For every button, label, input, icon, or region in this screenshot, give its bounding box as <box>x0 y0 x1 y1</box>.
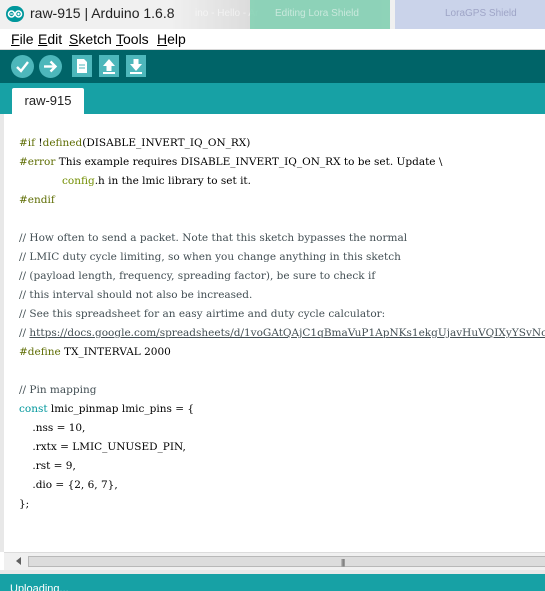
code-line: #if !defined(DISABLE_INVERT_IQ_ON_RX) <box>19 134 250 153</box>
background-window-title: Editing Lora Shield <box>275 8 359 19</box>
keyword-token: const <box>19 403 48 415</box>
verify-button[interactable] <box>11 55 34 78</box>
code-line: .dio = {2, 6, 7}, <box>19 479 118 491</box>
menu-accelerator: E <box>38 31 48 47</box>
background-window-title: LoraGPS Shield <box>445 8 517 19</box>
comment-line: // How often to send a packet. Note that… <box>19 232 408 244</box>
title-bar: ino - Hello - Ar Editing Lora Shield Lor… <box>0 0 545 29</box>
sketch-tab-bar: raw-915 <box>0 83 545 114</box>
spreadsheet-link[interactable]: https://docs.google.com/spreadsheets/d/1… <box>29 327 545 339</box>
scroll-grip-icon: ||| <box>341 558 345 567</box>
menu-accelerator: S <box>69 31 79 47</box>
menu-accelerator: T <box>116 31 123 47</box>
code-text: (DISABLE_INVERT_IQ_ON_RX) <box>82 137 251 149</box>
background-window-title: ino - Hello - Ar <box>195 8 259 19</box>
code-line: #endif <box>19 194 55 206</box>
save-sketch-button[interactable] <box>126 55 146 77</box>
preprocessor-token: #error <box>19 156 56 168</box>
menu-label: elp <box>167 31 186 47</box>
code-text: // <box>19 327 30 339</box>
menu-accelerator: F <box>11 31 20 47</box>
new-sketch-button[interactable] <box>72 55 92 77</box>
preprocessor-token: defined <box>42 137 83 149</box>
window-title: raw-915 | Arduino 1.6.8 <box>30 5 175 21</box>
code-text: lmic_pinmap lmic_pins = { <box>47 403 195 415</box>
menu-help[interactable]: Help <box>157 31 186 47</box>
menu-tools[interactable]: Tools <box>116 31 149 47</box>
comment-line: // (payload length, frequency, spreading… <box>19 270 376 282</box>
code-line: }; <box>19 498 30 510</box>
code-line: #error This example requires DISABLE_INV… <box>19 153 442 172</box>
background-window-tab[interactable]: LoraGPS Shield <box>395 0 545 29</box>
tab-raw-915[interactable]: raw-915 <box>12 88 84 114</box>
arduino-logo-icon <box>6 6 24 22</box>
menu-bar: File Edit Sketch Tools Help <box>0 29 545 50</box>
keyword-token: config <box>62 175 95 187</box>
menu-accelerator: H <box>157 31 168 47</box>
toolbar <box>0 50 545 83</box>
menu-file[interactable]: File <box>11 31 34 47</box>
code-line: #define TX_INTERVAL 2000 <box>19 343 171 362</box>
new-file-icon <box>77 59 87 73</box>
upload-button[interactable] <box>39 55 62 78</box>
menu-edit[interactable]: Edit <box>38 31 62 47</box>
code-text: .h in the lmic library to set it. <box>94 175 251 187</box>
open-arrow-up-icon <box>103 59 115 74</box>
verify-icon <box>16 61 29 73</box>
code-text: This example requires DISABLE_INVERT_IQ_… <box>55 156 443 168</box>
scroll-left-arrow-icon[interactable] <box>16 557 21 565</box>
comment-line: // LMIC duty cycle limiting, so when you… <box>19 251 401 263</box>
preprocessor-token: #if <box>19 137 36 149</box>
code-line: const lmic_pinmap lmic_pins = { <box>19 400 194 419</box>
comment-line: // Pin mapping <box>19 384 97 396</box>
code-text: ! <box>35 137 43 149</box>
menu-label: ile <box>19 31 34 47</box>
code-line: .rxtx = LMIC_UNUSED_PIN, <box>19 441 186 453</box>
console-message: Uploading... <box>10 583 69 591</box>
code-line: .nss = 10, <box>19 422 86 434</box>
comment-line: // https://docs.google.com/spreadsheets/… <box>19 324 545 343</box>
comment-line: // See this spreadsheet for an easy airt… <box>19 308 386 320</box>
save-arrow-down-icon <box>130 59 142 74</box>
horizontal-scrollbar[interactable]: ||| <box>4 552 545 570</box>
scroll-thumb[interactable]: ||| <box>28 556 545 567</box>
comment-line: // this interval should not also be incr… <box>19 289 253 301</box>
code-editor[interactable]: #if !defined(DISABLE_INVERT_IQ_ON_RX) #e… <box>0 114 545 552</box>
code-line: config.h in the lmic library to set it. <box>62 172 251 191</box>
menu-label: ketch <box>78 31 112 47</box>
background-window-tab[interactable]: ino - Hello - Ar <box>170 0 258 29</box>
open-sketch-button[interactable] <box>99 55 119 77</box>
code-text: TX_INTERVAL 2000 <box>60 346 171 358</box>
console-status-bar: Uploading... <box>0 574 545 591</box>
code-line: .rst = 9, <box>19 460 76 472</box>
upload-arrow-icon <box>44 60 58 73</box>
tab-label: raw-915 <box>24 93 72 108</box>
menu-sketch[interactable]: Sketch <box>69 31 112 47</box>
menu-label: dit <box>47 31 63 47</box>
menu-label: ools <box>123 31 149 47</box>
preprocessor-token: #define <box>19 346 61 358</box>
background-window-tab[interactable]: Editing Lora Shield <box>250 0 390 29</box>
